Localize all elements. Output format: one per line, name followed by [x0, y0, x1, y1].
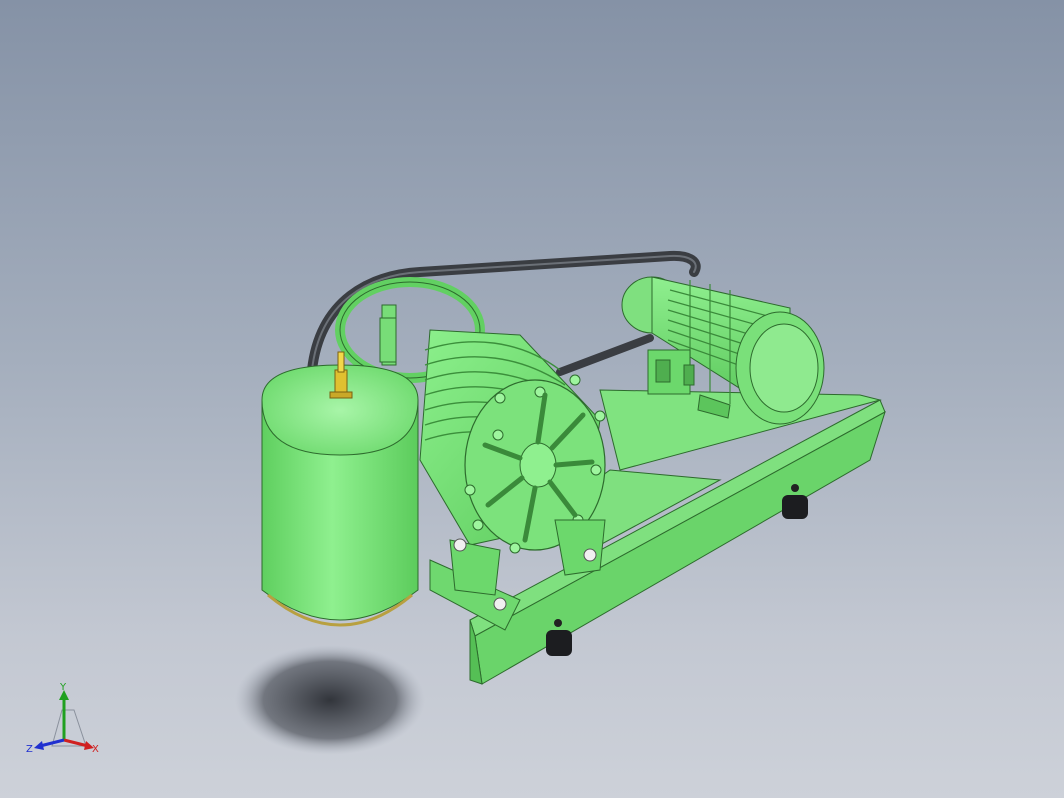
z-axis-arrowhead — [34, 741, 44, 750]
graphics-viewport[interactable]: Y X Z — [0, 0, 1064, 798]
separator-tank — [261, 351, 419, 627]
z-axis-label: Z — [26, 744, 33, 755]
x-axis-label: X — [92, 744, 99, 755]
intake-pipe — [379, 317, 397, 363]
3d-model-pump-assembly[interactable] — [0, 0, 1064, 798]
y-axis-label: Y — [59, 682, 67, 693]
orientation-triad[interactable]: Y X Z — [24, 682, 108, 758]
floor-shadow — [235, 645, 425, 755]
